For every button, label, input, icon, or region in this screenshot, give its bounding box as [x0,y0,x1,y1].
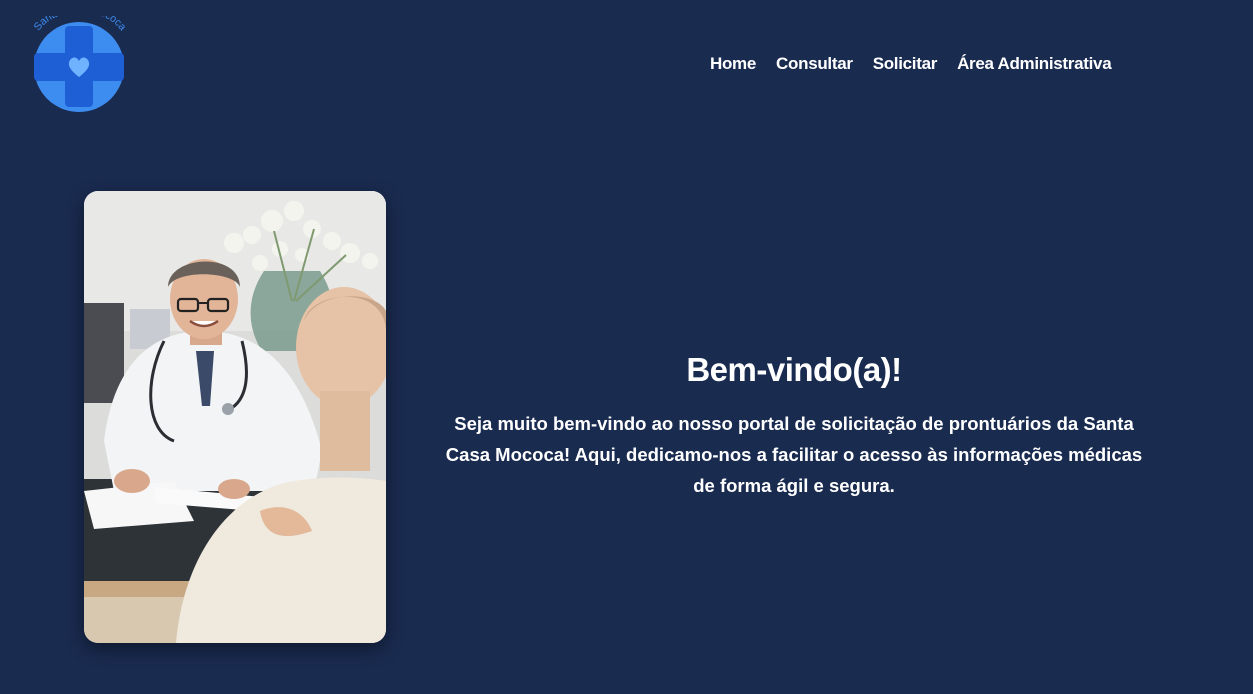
welcome-text: Seja muito bem-vindo ao nosso portal de … [445,412,1143,496]
nav-consultar-link[interactable]: Consultar [766,52,863,76]
page: Santa Casa Mococa Home Consultar Solicit… [0,0,1253,694]
logo[interactable]: Santa Casa Mococa [26,16,134,112]
nav-solicitar-link[interactable]: Solicitar [863,52,947,76]
welcome-section: Bem-vindo(a)! Seja muito bem-vindo ao no… [430,350,1158,501]
nav-home-link[interactable]: Home [700,52,766,76]
doctor-patient-photo [84,191,386,643]
medical-cross-heart-icon: Santa Casa Mococa [32,16,129,112]
nav-area-administrativa-link[interactable]: Área Administrativa [947,52,1121,76]
main-nav: Home Consultar Solicitar Área Administra… [700,52,1121,76]
welcome-title: Bem-vindo(a)! [686,351,902,388]
